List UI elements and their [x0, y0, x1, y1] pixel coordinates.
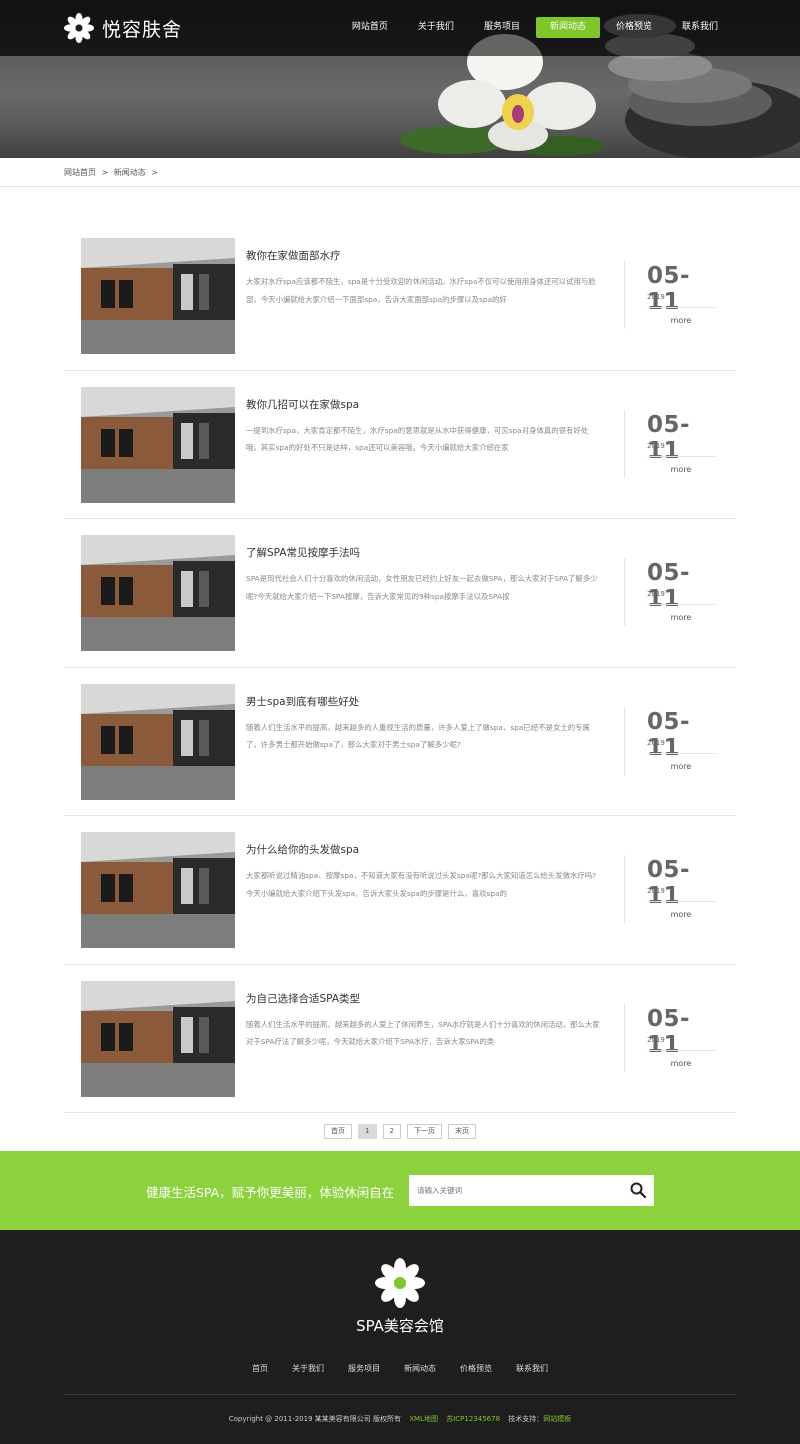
date-divider: [647, 1049, 715, 1051]
pagination: 首页 1 2 下一页 末页: [0, 1124, 800, 1139]
date-divider: [647, 455, 715, 457]
footer-nav-about[interactable]: 关于我们: [292, 1363, 324, 1374]
footer-nav-home[interactable]: 首页: [252, 1363, 268, 1374]
news-date-block: 05-11 2019 more: [624, 1003, 716, 1072]
storefront-photo-image: [81, 832, 235, 948]
footer-nav-prices[interactable]: 价格预览: [460, 1363, 492, 1374]
news-thumbnail[interactable]: [81, 683, 235, 800]
news-date-block: 05-11 2019 more: [624, 409, 716, 478]
news-thumbnail[interactable]: [81, 832, 235, 948]
page-first-button[interactable]: 首页: [324, 1124, 353, 1139]
search-icon[interactable]: [630, 1182, 646, 1198]
search-input[interactable]: [409, 1175, 619, 1206]
nav-item-services[interactable]: 服务项目: [470, 17, 534, 38]
page-2-button[interactable]: 2: [382, 1124, 401, 1139]
news-more-link[interactable]: more: [647, 613, 715, 622]
storefront-photo-image: [81, 535, 235, 651]
footer: SPA美容会馆 首页 关于我们 服务项目 新闻动态 价格预览 联系我们 Copy…: [0, 1230, 800, 1444]
breadcrumb: 网站首页 > 新闻动态 >: [0, 158, 800, 187]
news-more-link[interactable]: more: [647, 316, 715, 325]
nav-item-contact[interactable]: 联系我们: [668, 17, 732, 38]
nav-item-news[interactable]: 新闻动态: [535, 17, 600, 38]
news-summary: SPA是现代社会人们十分喜欢的休闲活动，女性朋友已经约上好友一起去做SPA，那么…: [246, 574, 598, 601]
news-item: 为什么给你的头发做spa 大家都听说过精油spa、按摩spa，不知道大家有没有听…: [64, 816, 736, 965]
main-nav: 网站首页 关于我们 服务项目 新闻动态 价格预览 联系我们: [336, 17, 732, 38]
news-date-year: 2019: [647, 738, 665, 747]
news-summary: 随着人们生活水平的提高，越来越多的人爱上了休闲养生，SPA水疗就是人们十分喜欢的…: [246, 1019, 600, 1047]
storefront-photo-image: [81, 238, 235, 354]
news-list: 教你在家做面部水疗 大家对水疗spa应该都不陌生，spa是十分受欢迎的休闲活动。…: [64, 222, 736, 1113]
news-title-link[interactable]: 教你几招可以在家做spa: [246, 397, 359, 412]
news-date-year: 2019: [647, 441, 665, 450]
news-item: 教你在家做面部水疗 大家对水疗spa应该都不陌生，spa是十分受欢迎的休闲活动。…: [64, 222, 736, 371]
footer-nav-contact[interactable]: 联系我们: [516, 1363, 548, 1374]
news-item: 男士spa到底有哪些好处 随着人们生活水平的提高，越来越多的人重视生活的质量，许…: [64, 668, 736, 816]
news-thumbnail[interactable]: [81, 238, 235, 354]
news-summary: 大家都听说过精油spa、按摩spa，不知道大家有没有听说过头发spa呢?那么大家…: [246, 871, 597, 898]
date-divider: [647, 901, 715, 902]
header-banner: 悦容肤舍 网站首页 关于我们 服务项目 新闻动态 价格预览 联系我们: [0, 0, 800, 158]
support-label: 技术支持：: [508, 1415, 544, 1423]
slogan-search-band: 健康生活SPA，赋予你更美丽，体验休闲自在: [0, 1151, 800, 1230]
news-summary: 大家对水疗spa应该都不陌生，spa是十分受欢迎的休闲活动。水疗spa不仅可以使…: [246, 277, 596, 304]
footer-nav-services[interactable]: 服务项目: [348, 1363, 380, 1374]
news-date-year: 2019: [647, 293, 665, 301]
news-date-block: 05-11 2019 more: [624, 261, 716, 329]
breadcrumb-home-link[interactable]: 网站首页: [64, 168, 96, 177]
news-title-link[interactable]: 为自己选择合适SPA类型: [246, 991, 360, 1006]
xml-sitemap-link[interactable]: XML地图: [409, 1415, 438, 1423]
news-date-block: 05-11 2019 more: [624, 855, 716, 923]
news-item: 为自己选择合适SPA类型 随着人们生活水平的提高，越来越多的人爱上了休闲养生，S…: [64, 965, 736, 1113]
breadcrumb-news-link[interactable]: 新闻动态: [114, 168, 146, 177]
date-divider: [647, 604, 715, 605]
news-title-link[interactable]: 了解SPA常见按摩手法吗: [246, 545, 360, 560]
news-title-link[interactable]: 男士spa到底有哪些好处: [246, 694, 359, 709]
news-thumbnail[interactable]: [81, 386, 235, 503]
breadcrumb-separator: >: [101, 168, 109, 177]
site-brand-name: 悦容肤舍: [102, 18, 183, 41]
news-item: 了解SPA常见按摩手法吗 SPA是现代社会人们十分喜欢的休闲活动，女性朋友已经约…: [64, 519, 736, 668]
slogan-text: 健康生活SPA，赋予你更美丽，体验休闲自在: [146, 1185, 395, 1200]
page-next-button[interactable]: 下一页: [406, 1124, 442, 1139]
date-divider: [647, 307, 715, 308]
nav-item-home[interactable]: 网站首页: [338, 17, 402, 38]
daisy-logo-icon: [375, 1258, 425, 1308]
copyright-text: Copyright @ 2011-2019 某某美容有限公司 版权所有: [228, 1415, 401, 1423]
news-summary: 一提到水疗spa，大家肯定都不陌生，水疗spa的意思就是从水中获得健康，可见sp…: [246, 425, 589, 453]
news-title-link[interactable]: 教你在家做面部水疗: [246, 248, 341, 263]
news-more-link[interactable]: more: [647, 465, 715, 474]
page-last-button[interactable]: 末页: [447, 1124, 476, 1139]
search-box: [409, 1175, 654, 1206]
footer-brand-name: SPA美容会馆: [356, 1317, 444, 1335]
news-item: 教你几招可以在家做spa 一提到水疗spa，大家肯定都不陌生，水疗spa的意思就…: [64, 371, 736, 519]
nav-item-about[interactable]: 关于我们: [404, 17, 468, 38]
news-date-year: 2019: [647, 887, 665, 895]
copyright-bar: Copyright @ 2011-2019 某某美容有限公司 版权所有 XML地…: [0, 1414, 800, 1424]
news-thumbnail[interactable]: [81, 535, 235, 651]
support-link[interactable]: 网站模板: [543, 1415, 571, 1423]
news-date-block: 05-11 2019 more: [624, 706, 716, 775]
news-more-link[interactable]: more: [647, 1059, 715, 1068]
news-more-link[interactable]: more: [647, 910, 715, 919]
nav-item-prices[interactable]: 价格预览: [602, 17, 666, 38]
news-date-block: 05-11 2019 more: [624, 558, 716, 626]
site-logo[interactable]: 悦容肤舍: [64, 13, 182, 43]
storefront-photo-image: [81, 386, 235, 503]
storefront-photo-image: [81, 683, 235, 800]
date-divider: [647, 752, 715, 754]
footer-nav: 首页 关于我们 服务项目 新闻动态 价格预览 联系我们: [0, 1363, 800, 1374]
news-more-link[interactable]: more: [647, 762, 715, 771]
footer-nav-news[interactable]: 新闻动态: [404, 1363, 436, 1374]
page-1-button[interactable]: 1: [358, 1124, 377, 1139]
news-title-link[interactable]: 为什么给你的头发做spa: [246, 842, 359, 857]
news-date-year: 2019: [647, 590, 665, 598]
storefront-photo-image: [81, 980, 235, 1097]
daisy-logo-icon: [64, 13, 94, 43]
icp-link[interactable]: 苏ICP12345678: [446, 1415, 500, 1423]
footer-divider: [64, 1394, 736, 1395]
news-summary: 随着人们生活水平的提高，越来越多的人重视生活的质量，许多人爱上了做spa，spa…: [246, 722, 590, 750]
news-date-year: 2019: [647, 1035, 665, 1044]
news-thumbnail[interactable]: [81, 980, 235, 1097]
breadcrumb-separator: >: [151, 168, 159, 177]
